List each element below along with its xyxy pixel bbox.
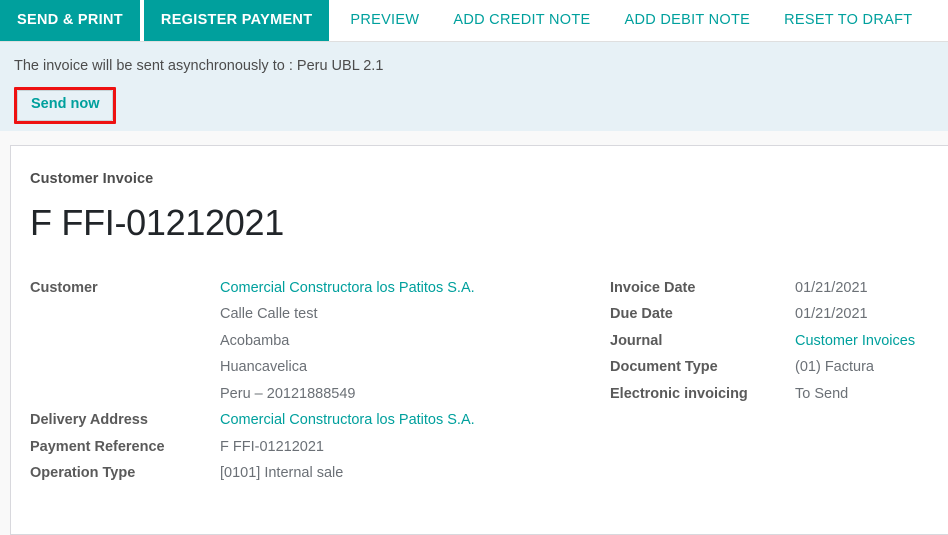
field-label: Invoice Date (610, 279, 696, 296)
field-label: Due Date (610, 306, 673, 323)
field-row: Invoice Date 01/21/2021 (610, 281, 928, 308)
statusbar-button-add-debit-note[interactable]: ADD DEBIT NOTE (608, 0, 768, 41)
field-value-text: 01/21/2021 (795, 306, 868, 323)
field-value: [0101] Internal sale (220, 466, 610, 493)
field-label: Document Type (610, 359, 718, 376)
field-value: (01) Factura (795, 360, 928, 387)
field-value-text: F FFI-01212021 (220, 438, 324, 455)
field-columns: Customer Comercial Constructora los Patit… (30, 281, 928, 493)
statusbar-button-reset-to-draft[interactable]: RESET TO DRAFT (767, 0, 929, 41)
field-row: Operation Type [0101] Internal sale (30, 466, 610, 493)
field-value-text: 01/21/2021 (795, 279, 868, 296)
field-value-link[interactable]: Comercial Constructora los Patitos S.A. (220, 281, 610, 296)
field-label: Delivery Address (30, 412, 148, 429)
field-value: To Send (795, 387, 928, 414)
statusbar-button-add-credit-note[interactable]: ADD CREDIT NOTE (436, 0, 607, 41)
document-number: F FFI-01212021 (30, 202, 284, 243)
field-label: Operation Type (30, 465, 136, 482)
statusbar-button-register-payment[interactable]: REGISTER PAYMENT (143, 0, 330, 41)
field-value: 01/21/2021 (795, 281, 928, 308)
field-value: F FFI-01212021 (220, 440, 610, 467)
field-value-text: Peru – 20121888549 (220, 385, 356, 402)
alert-message: The invoice will be sent asynchronously … (14, 58, 384, 74)
action-statusbar: SEND & PRINT REGISTER PAYMENT PREVIEW ADD C… (0, 0, 948, 42)
document-type-label: Customer Invoice (30, 171, 154, 187)
field-row: Delivery Address Comercial Constructora l… (30, 413, 610, 440)
statusbar-button-send-print[interactable]: SEND & PRINT (0, 0, 140, 41)
field-label: Electronic invoicing (610, 385, 748, 402)
left-field-column: Customer Comercial Constructora los Patit… (30, 281, 610, 493)
field-row: Due Date 01/21/2021 (610, 307, 928, 334)
field-row: Payment Reference F FFI-01212021 (30, 440, 610, 467)
right-field-column: Invoice Date 01/21/2021 Due Date 01/21/2021… (610, 281, 928, 493)
field-value: 01/21/2021 (795, 307, 928, 334)
field-label: Payment Reference (30, 438, 165, 455)
field-value: Customer Invoices (795, 334, 928, 361)
field-row: Document Type (01) Factura (610, 360, 928, 387)
send-now-button[interactable]: Send now (17, 90, 114, 121)
field-value-text: Acobamba (220, 332, 290, 349)
field-value-link[interactable]: Customer Invoices (795, 334, 928, 349)
statusbar-button-preview[interactable]: PREVIEW (333, 0, 436, 41)
field-value-text: To Send (795, 385, 849, 402)
invoice-sheet: Customer Invoice F FFI-01212021 Customer… (10, 145, 948, 535)
field-value-link[interactable]: Comercial Constructora los Patitos S.A. (220, 413, 610, 428)
field-value-text: [0101] Internal sale (220, 465, 344, 482)
async-send-alert: The invoice will be sent asynchronously … (0, 42, 948, 131)
field-label: Customer (30, 279, 98, 296)
field-value-text: Calle Calle test (220, 306, 318, 323)
send-now-highlight: Send now (14, 87, 117, 124)
field-row: Electronic invoicing To Send (610, 387, 928, 414)
field-value: Comercial Constructora los Patitos S.A. (220, 413, 610, 440)
field-value-text: (01) Factura (795, 359, 874, 376)
sheet-background: Customer Invoice F FFI-01212021 Customer… (0, 131, 948, 535)
field-value: Comercial Constructora los Patitos S.A. C… (220, 281, 610, 414)
field-value-text: Huancavelica (220, 359, 308, 376)
field-row: Journal Customer Invoices (610, 334, 928, 361)
field-label: Journal (610, 332, 663, 349)
field-row: Customer Comercial Constructora los Patit… (30, 281, 610, 414)
